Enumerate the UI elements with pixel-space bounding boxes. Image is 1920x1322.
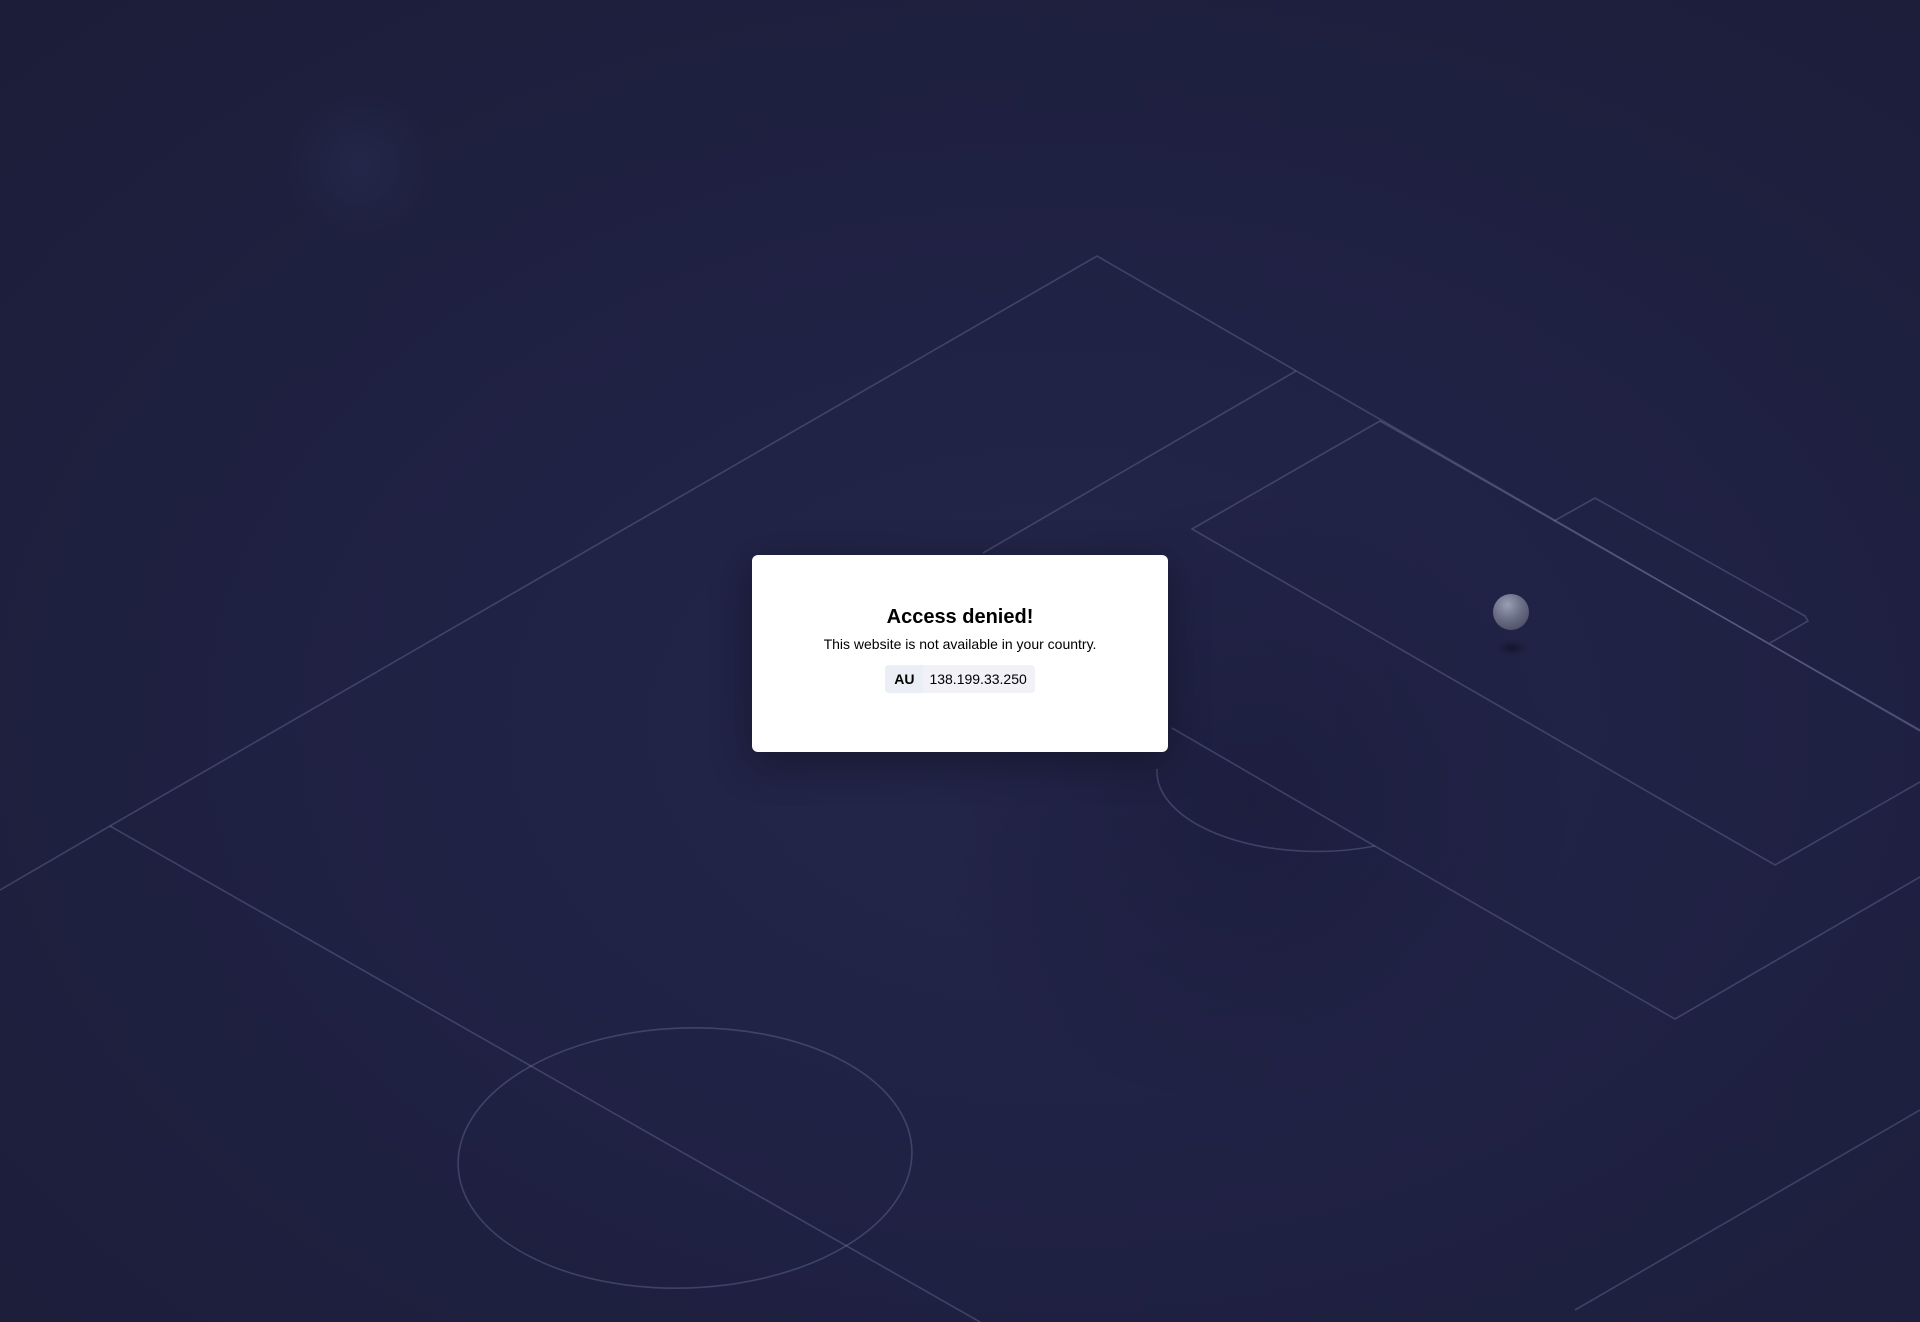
country-code: AU (885, 665, 924, 693)
football-icon (1493, 594, 1529, 630)
goal-area (1190, 420, 1920, 866)
penalty-area-side (1171, 727, 1920, 1020)
goal-frame (1553, 497, 1810, 644)
ball-shadow (1496, 640, 1528, 656)
halfway-line (109, 825, 981, 1322)
dialog-message: This website is not available in your co… (823, 636, 1097, 652)
dialog-title: Access denied! (886, 606, 1034, 628)
pitch-boundary-bottom (1574, 1109, 1920, 1311)
ip-info-badge: AU 138.199.33.250 (885, 665, 1035, 693)
penalty-arc (1156, 768, 1376, 853)
ip-address: 138.199.33.250 (929, 671, 1027, 687)
penalty-area (982, 370, 1297, 554)
access-denied-dialog: Access denied! This website is not avail… (752, 555, 1168, 752)
